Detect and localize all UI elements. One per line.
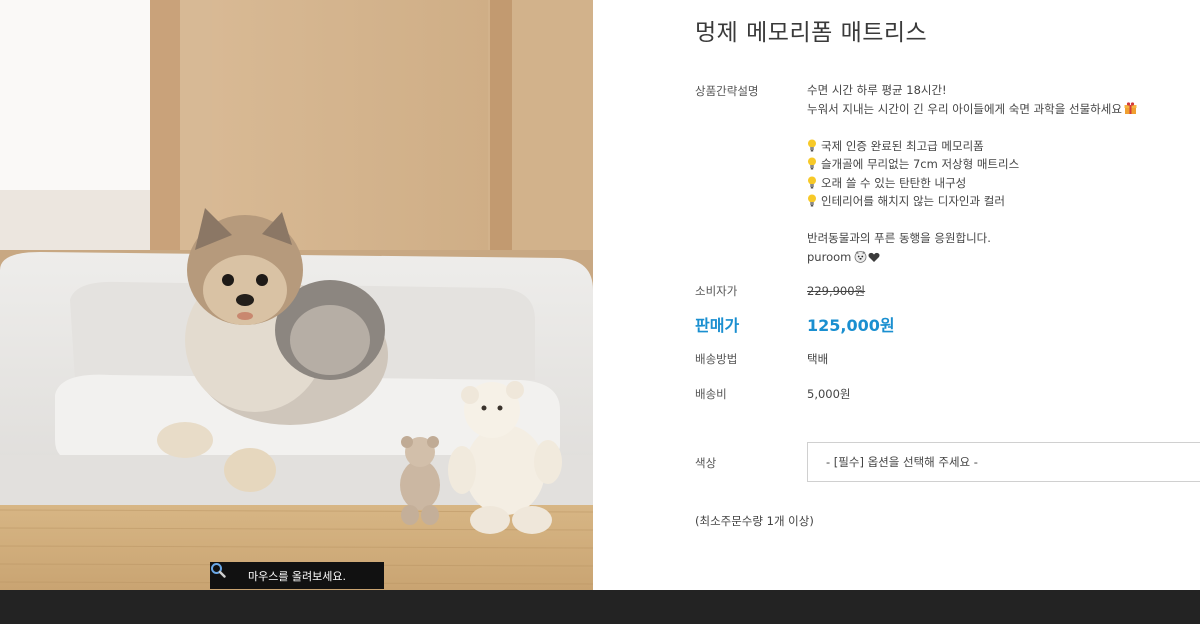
closing-line-1: 반려동물과의 푸른 동행을 응원합니다. (807, 231, 991, 245)
product-image[interactable]: 마우스를 올려보세요. (0, 0, 593, 590)
heart-icon (868, 252, 880, 262)
sale-price-label: 판매가 (695, 316, 740, 335)
product-info: 멍제 메모리폼 매트리스 상품간략설명 수면 시간 하루 평균 18시간! 누워… (593, 0, 1200, 590)
feature-text: 인테리어를 해치지 않는 디자인과 컬러 (821, 194, 1005, 208)
zoom-hint: 마우스를 올려보세요. (210, 562, 384, 589)
summary-label: 상품간략설명 (695, 84, 759, 98)
summary-line-1: 수면 시간 하루 평균 18시간! (807, 83, 947, 97)
summary-line-2: 누워서 지내는 시간이 긴 우리 아이들에게 숙면 과학을 선물하세요 (807, 100, 1137, 119)
gift-icon (1124, 101, 1137, 114)
brand-name: puroom (807, 249, 852, 264)
feature-text: 오래 쓸 수 있는 탄탄한 내구성 (821, 175, 967, 190)
feature-item: 국제 인증 완료된 최고급 메모리폼 (807, 137, 1137, 156)
sale-price: 125,000원 (807, 316, 895, 335)
lightbulb-icon (808, 176, 816, 188)
min-order-note: (최소주문수량 1개 이상) (695, 514, 814, 528)
shipping-method-label: 배송방법 (695, 352, 738, 366)
lightbulb-icon (808, 194, 816, 207)
color-option-label: 색상 (695, 456, 717, 470)
product-photo-illustration (0, 0, 593, 590)
consumer-price-label: 소비자가 (695, 284, 738, 298)
closing-line-2: puroom (807, 248, 1137, 267)
lightbulb-icon (808, 157, 816, 170)
feature-item: 오래 쓸 수 있는 탄탄한 내구성 (807, 174, 1137, 193)
magnifier-icon (211, 563, 226, 578)
zoom-hint-text: 마우스를 올려보세요. (247, 569, 347, 583)
product-summary: 수면 시간 하루 평균 18시간! 누워서 지내는 시간이 긴 우리 아이들에게… (807, 81, 1137, 266)
feature-text: 슬개골에 무리없는 7cm 저상형 매트리스 (821, 157, 1020, 171)
lightbulb-icon (808, 139, 816, 151)
color-select[interactable]: - [필수] 옵션을 선택해 주세요 - (807, 442, 1200, 482)
color-select-value: - [필수] 옵션을 선택해 주세요 - (826, 455, 978, 469)
feature-item: 인테리어를 해치지 않는 디자인과 컬러 (807, 192, 1137, 211)
shipping-fee-label: 배송비 (695, 387, 727, 401)
feature-text: 국제 인증 완료된 최고급 메모리폼 (821, 138, 984, 153)
feature-item: 슬개골에 무리없는 7cm 저상형 매트리스 (807, 155, 1137, 174)
dog-face-icon (854, 250, 867, 263)
shipping-fee: 5,000원 (807, 387, 851, 401)
summary-line-2-text: 누워서 지내는 시간이 긴 우리 아이들에게 숙면 과학을 선물하세요 (807, 101, 1122, 116)
product-title: 멍제 메모리폼 매트리스 (695, 20, 928, 46)
consumer-price: 229,900원 (807, 284, 866, 298)
shipping-method: 택배 (807, 352, 829, 366)
bottom-bar (0, 590, 1200, 624)
